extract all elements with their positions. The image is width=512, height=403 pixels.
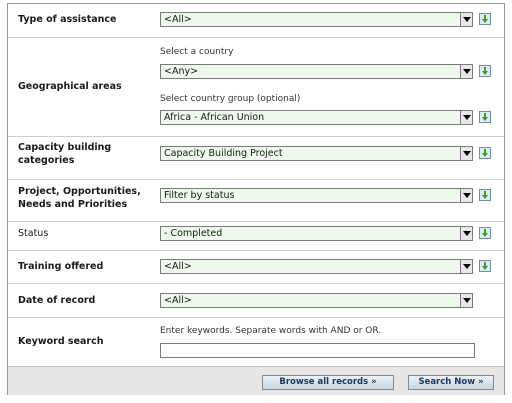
- keyword-search-input[interactable]: [160, 343, 475, 358]
- add-filter-icon[interactable]: [479, 260, 491, 272]
- row-date-of-record: Date of record <All>: [8, 283, 504, 318]
- search-form-panel: Type of assistance <All> Geographical ar…: [7, 3, 505, 395]
- chevron-down-icon[interactable]: [460, 147, 472, 160]
- capacity-building-label-line2: categories: [18, 155, 75, 166]
- project-opportunities-label: Project, Opportunities, Needs and Priori…: [18, 185, 141, 211]
- geographical-areas-label: Geographical areas: [18, 81, 122, 92]
- chevron-down-icon[interactable]: [460, 294, 472, 307]
- country-group-value: Africa - African Union: [164, 112, 265, 123]
- status-select[interactable]: - Completed: [160, 226, 473, 241]
- add-filter-icon[interactable]: [479, 189, 491, 201]
- training-offered-value: <All>: [164, 261, 192, 272]
- project-opportunities-label-line1: Project, Opportunities,: [18, 186, 141, 197]
- project-opportunities-label-line2: Needs and Priorities: [18, 199, 128, 210]
- keyword-search-label: Keyword search: [18, 336, 104, 347]
- row-project-opportunities: Project, Opportunities, Needs and Priori…: [8, 179, 504, 222]
- browse-all-records-button[interactable]: Browse all records »: [262, 375, 394, 390]
- training-offered-select[interactable]: <All>: [160, 259, 473, 274]
- select-country-hint: Select a country: [160, 47, 234, 57]
- country-group-hint: Select country group (optional): [160, 94, 301, 104]
- keyword-search-hint: Enter keywords. Separate words with AND …: [160, 326, 382, 336]
- status-value: - Completed: [164, 228, 223, 239]
- capacity-building-label-line1: Capacity building: [18, 142, 112, 153]
- date-of-record-select[interactable]: <All>: [160, 293, 473, 308]
- project-status-filter-value: Filter by status: [164, 190, 235, 201]
- type-of-assistance-value: <All>: [164, 14, 192, 25]
- add-filter-icon[interactable]: [479, 147, 491, 159]
- search-now-button[interactable]: Search Now »: [408, 375, 494, 390]
- row-training-offered: Training offered <All>: [8, 250, 504, 284]
- capacity-building-label: Capacity building categories: [18, 141, 111, 167]
- form-footer: Browse all records » Search Now »: [8, 366, 504, 395]
- date-of-record-label: Date of record: [18, 295, 96, 306]
- chevron-down-icon[interactable]: [460, 65, 472, 78]
- project-status-filter-select[interactable]: Filter by status: [160, 188, 473, 203]
- chevron-down-icon[interactable]: [460, 227, 472, 240]
- row-geographical-areas: Geographical areas Select a country <Any…: [8, 37, 504, 137]
- row-status: Status - Completed: [8, 221, 504, 251]
- date-of-record-value: <All>: [164, 295, 192, 306]
- row-capacity-building: Capacity building categories Capacity Bu…: [8, 136, 504, 180]
- capacity-building-value: Capacity Building Project: [164, 148, 283, 159]
- row-keyword-search: Keyword search Enter keywords. Separate …: [8, 317, 504, 366]
- country-group-select[interactable]: Africa - African Union: [160, 110, 473, 125]
- type-of-assistance-label: Type of assistance: [18, 14, 117, 25]
- chevron-down-icon[interactable]: [460, 260, 472, 273]
- chevron-down-icon[interactable]: [460, 111, 472, 124]
- country-select[interactable]: <Any>: [160, 64, 473, 79]
- status-label: Status: [18, 228, 49, 239]
- country-value: <Any>: [164, 66, 199, 77]
- training-offered-label: Training offered: [18, 261, 104, 272]
- add-filter-icon[interactable]: [479, 111, 491, 123]
- add-filter-icon[interactable]: [479, 13, 491, 25]
- type-of-assistance-select[interactable]: <All>: [160, 12, 473, 27]
- chevron-down-icon[interactable]: [460, 189, 472, 202]
- add-filter-icon[interactable]: [479, 65, 491, 77]
- row-type-of-assistance: Type of assistance <All>: [8, 4, 504, 38]
- add-filter-icon[interactable]: [479, 227, 491, 239]
- chevron-down-icon[interactable]: [460, 13, 472, 26]
- capacity-building-select[interactable]: Capacity Building Project: [160, 146, 473, 161]
